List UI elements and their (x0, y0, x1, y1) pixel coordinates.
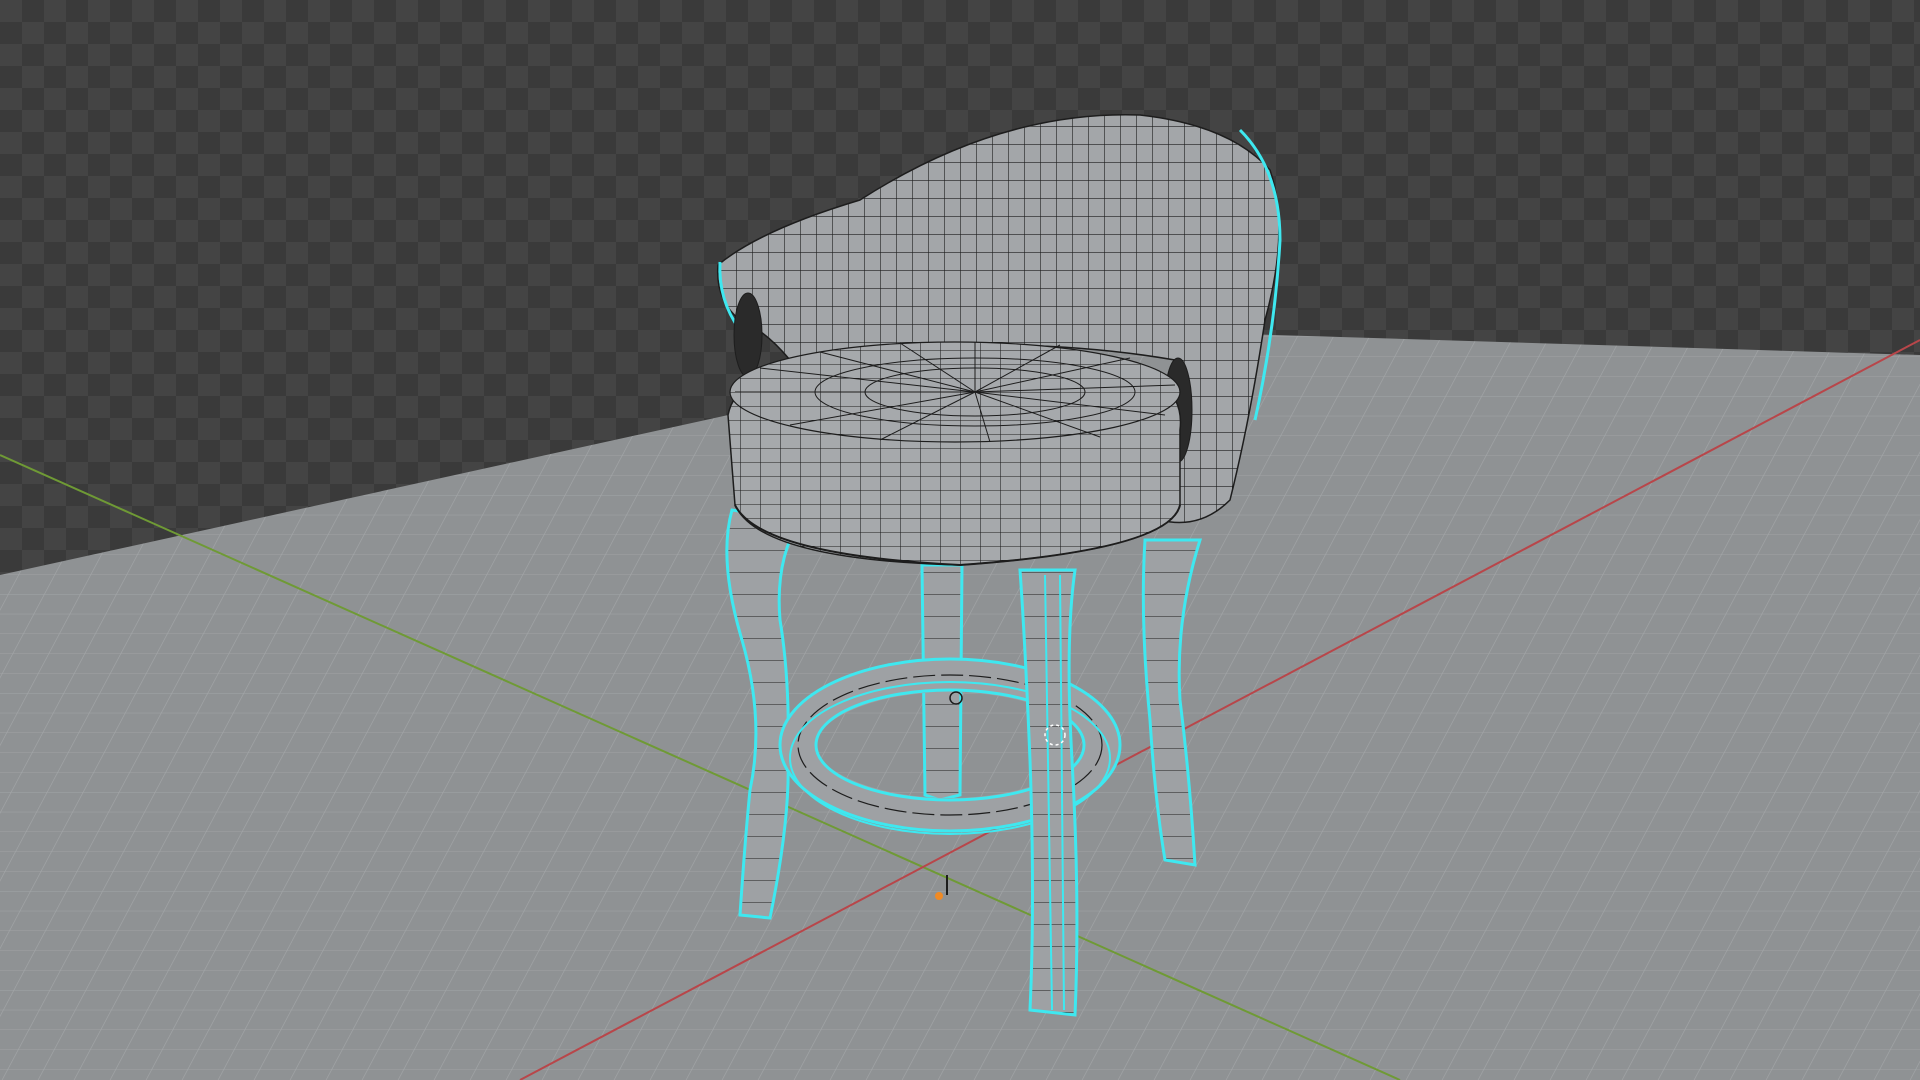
viewport-canvas[interactable] (0, 0, 1920, 1080)
chair-seat (727, 341, 1182, 567)
3d-viewport[interactable] (0, 0, 1920, 1080)
